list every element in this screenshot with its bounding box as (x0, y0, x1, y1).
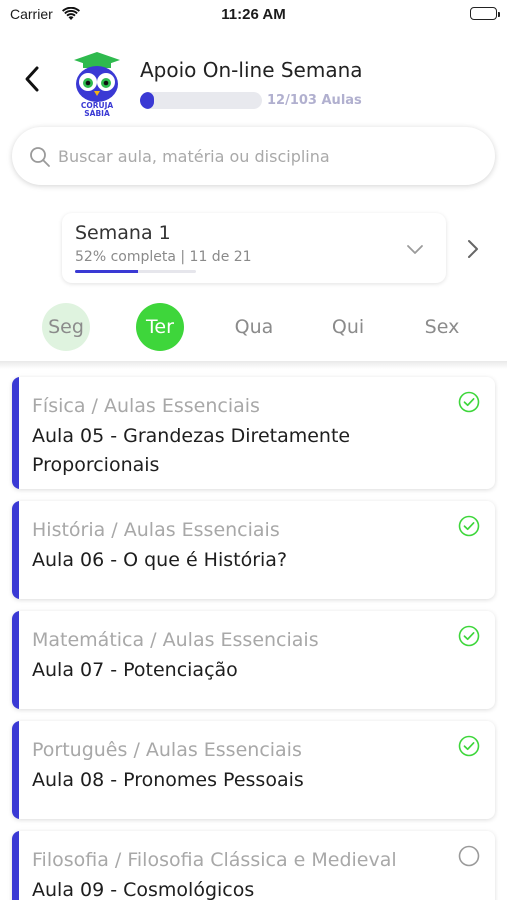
check-circle-icon (458, 735, 480, 761)
lesson-accent (12, 831, 19, 900)
lesson-accent (12, 611, 19, 709)
course-progress-fill (140, 92, 155, 109)
lesson-card[interactable]: Física / Aulas Essenciais Aula 05 - Gran… (12, 377, 495, 489)
lesson-accent (12, 377, 19, 489)
lesson-title: Aula 05 - Grandezas Diretamente Proporci… (32, 425, 351, 476)
logo-text-line2: SÁBIA (84, 109, 110, 118)
day-tab-seg[interactable]: Seg (42, 303, 90, 351)
day-tab-qua[interactable]: Qua (230, 303, 278, 351)
coruja-sabia-logo: CORUJA SÁBIA (70, 50, 124, 118)
course-progress-bar (140, 92, 262, 109)
lesson-card[interactable]: Português / Aulas Essenciais Aula 08 - P… (12, 721, 495, 819)
check-circle-icon (458, 515, 480, 541)
search-icon (29, 146, 51, 172)
week-progress-fill (75, 270, 138, 273)
lesson-category: História / Aulas Essenciais (32, 519, 280, 541)
lesson-category: Matemática / Aulas Essenciais (32, 629, 319, 651)
lesson-card[interactable]: História / Aulas Essenciais Aula 06 - O … (12, 501, 495, 599)
lesson-title: Aula 08 - Pronomes Pessoais (32, 769, 304, 791)
lesson-title: Aula 09 - Cosmológicos (32, 879, 255, 900)
lesson-category: Português / Aulas Essenciais (32, 739, 302, 761)
status-bar: Carrier 11:26 AM (0, 0, 507, 30)
day-tab-qui[interactable]: Qui (324, 303, 372, 351)
day-tab-ter[interactable]: Ter (136, 303, 184, 351)
empty-circle-icon (458, 845, 480, 871)
header: CORUJA SÁBIA Apoio On-line Semana 12/103… (0, 46, 507, 118)
battery-icon (470, 7, 500, 20)
page-title: Apoio On-line Semana (140, 58, 363, 82)
lesson-accent (12, 721, 19, 819)
lesson-category: Filosofia / Filosofia Clássica e Medieva… (32, 849, 397, 871)
day-tabs: Seg Ter Qua Qui Sex (0, 303, 507, 351)
check-circle-icon (458, 625, 480, 651)
week-selector[interactable]: Semana 1 52% completa | 11 de 21 (62, 213, 446, 283)
lesson-accent (12, 501, 19, 599)
week-title: Semana 1 (75, 222, 171, 244)
clock: 11:26 AM (221, 6, 286, 23)
divider (0, 361, 507, 369)
week-subtitle: 52% completa | 11 de 21 (75, 249, 252, 265)
day-tab-sex[interactable]: Sex (418, 303, 466, 351)
lesson-category: Física / Aulas Essenciais (32, 395, 260, 417)
week-progress-bar (75, 270, 196, 273)
lesson-title: Aula 06 - O que é História? (32, 549, 288, 571)
course-progress-text: 12/103 Aulas (267, 93, 362, 108)
check-circle-icon (458, 391, 480, 417)
lesson-card[interactable]: Matemática / Aulas Essenciais Aula 07 - … (12, 611, 495, 709)
chevron-down-icon[interactable] (406, 241, 424, 260)
search-bar[interactable] (12, 127, 495, 185)
lesson-title: Aula 07 - Potenciação (32, 659, 238, 681)
lesson-card[interactable]: Filosofia / Filosofia Clássica e Medieva… (12, 831, 495, 900)
chevron-right-icon[interactable] (466, 238, 480, 264)
back-arrow-icon[interactable] (20, 64, 46, 94)
search-input[interactable] (58, 127, 478, 185)
